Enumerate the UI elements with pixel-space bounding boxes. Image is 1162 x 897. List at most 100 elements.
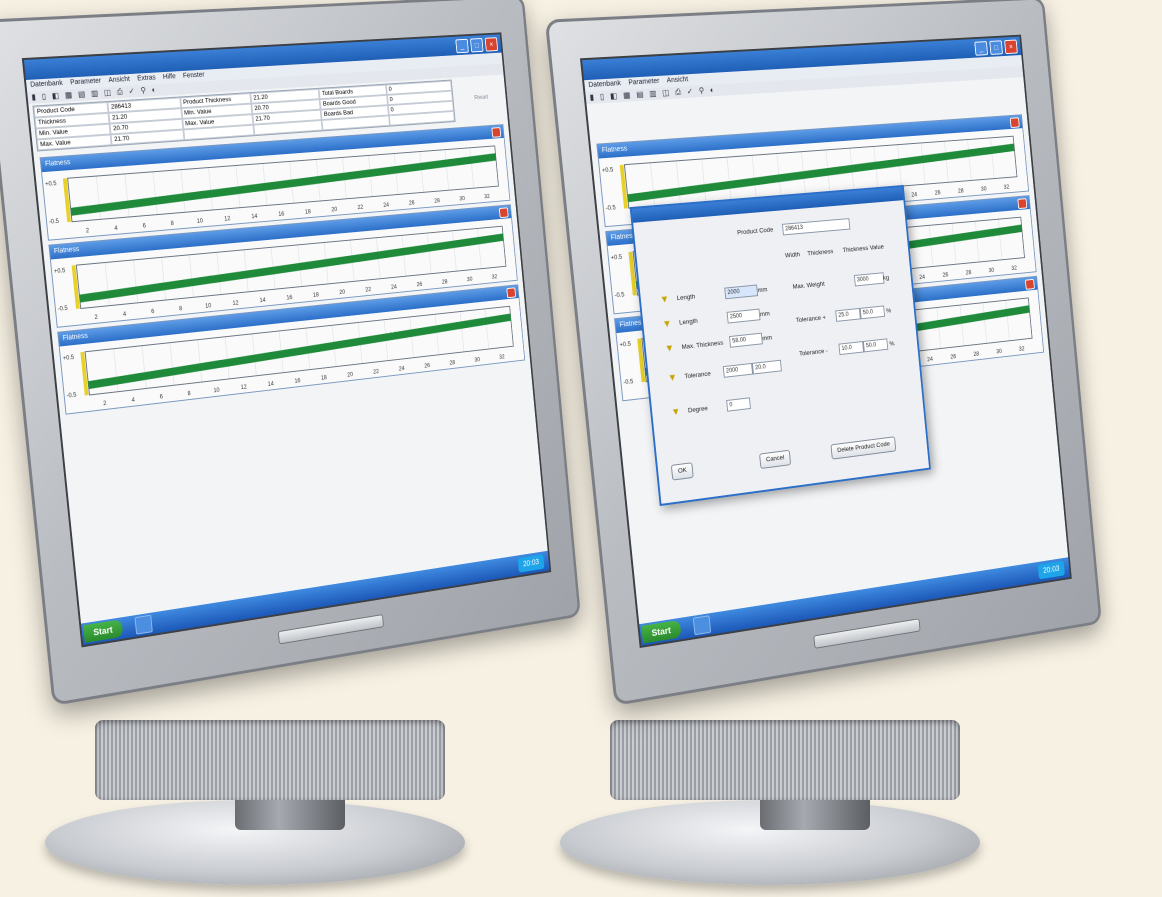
tolerance-plus-field-2[interactable]: 50.0 [859, 305, 886, 320]
panel-close-button[interactable] [506, 287, 517, 299]
taskbar-item[interactable] [134, 614, 153, 635]
grid-line [189, 255, 193, 297]
maximize-button[interactable]: □ [989, 40, 1003, 55]
grid-line [983, 303, 987, 344]
start-button[interactable]: Start [83, 619, 123, 643]
grid-line [929, 225, 933, 266]
tolerance-field[interactable]: 2000 [722, 362, 754, 378]
grid-line [478, 228, 482, 268]
tab-width[interactable]: Width [785, 251, 801, 259]
tab-thickness[interactable]: Thickness [807, 248, 834, 257]
x-tick-label: 28 [434, 198, 441, 204]
grid-line [402, 235, 406, 276]
max-weight-field[interactable]: 3000 [853, 272, 885, 287]
close-button[interactable]: × [484, 37, 499, 52]
x-tick-label: 24 [391, 284, 398, 290]
tolerance-minus-field-2[interactable]: 50.0 [862, 338, 889, 353]
x-tick-label: 14 [251, 214, 258, 220]
close-button[interactable]: × [1004, 39, 1018, 55]
y-scale-label: +0.5 [63, 355, 75, 362]
grid-line [460, 312, 464, 352]
x-tick-label: 24 [383, 203, 390, 209]
minimize-button[interactable]: _ [974, 41, 989, 56]
grid-line [650, 163, 654, 206]
x-tick-label: 20 [347, 372, 354, 378]
taskbar-item[interactable] [692, 615, 711, 636]
unit-label: % [885, 307, 892, 315]
menu-item-window[interactable]: Fenster [183, 70, 206, 83]
menu-item-help[interactable]: Hilfe [162, 71, 176, 83]
grid-line [427, 233, 431, 274]
grid-line [394, 154, 398, 195]
x-tick-label: 32 [484, 194, 490, 200]
grid-line [937, 308, 941, 349]
x-tick-label: 30 [459, 196, 466, 202]
x-tick-label: 10 [197, 218, 204, 224]
monitor-logo [813, 618, 921, 649]
tolerance-field-2[interactable]: 20.0 [751, 359, 782, 375]
left-screen: _ □ × Datenbank Parameter Ansicht Extras… [21, 32, 552, 648]
x-tick-label: 4 [114, 226, 118, 232]
clock: 20:03 [517, 554, 545, 573]
panel-close-button[interactable] [498, 207, 509, 219]
x-tick-label: 2 [103, 401, 107, 407]
x-tick-label: 2 [94, 315, 98, 321]
x-tick-label: 6 [159, 394, 163, 400]
length-field[interactable]: 2000 [724, 284, 759, 300]
x-tick-label: 26 [409, 200, 416, 206]
x-tick-label: 12 [241, 385, 247, 391]
maximize-button[interactable]: □ [470, 37, 484, 53]
right-monitor: _ □ × Datenbank Parameter Ansicht ▮ ▯ ◧ … [544, 0, 1102, 706]
panel-close-button[interactable] [491, 127, 502, 138]
left-speaker [95, 720, 445, 800]
x-tick-label: 30 [467, 277, 474, 283]
tolerance-minus-label: Tolerance - [798, 347, 829, 358]
unit-label: % [889, 340, 895, 348]
tab-thickness-value[interactable]: Thickness Value [842, 244, 884, 254]
reset-button[interactable]: Reset [456, 93, 505, 103]
degree-field[interactable]: 0 [726, 397, 751, 412]
panel-title: Flatness [53, 246, 80, 256]
grid-line [752, 155, 756, 198]
y-scale-label: +0.5 [602, 167, 615, 174]
grid-line [105, 263, 109, 306]
grid-line [1006, 300, 1010, 340]
x-tick-label: 2 [86, 228, 90, 234]
panel-close-button[interactable] [1024, 278, 1035, 290]
unit-label: mm [759, 310, 771, 319]
max-thickness-field[interactable]: 58.00 [729, 332, 763, 348]
tolerance-plus-field[interactable]: 25.0 [835, 307, 861, 322]
tolerance-icon: ▼ [667, 372, 678, 385]
ok-button[interactable]: OK [670, 462, 695, 481]
grid-line [198, 340, 202, 382]
clock: 20:03 [1037, 560, 1065, 580]
x-tick-label: 28 [973, 352, 980, 358]
grid-line [133, 260, 137, 303]
minimize-button[interactable]: _ [455, 38, 469, 54]
side-button[interactable] [455, 80, 504, 83]
x-tick-label: 28 [958, 188, 965, 194]
tolerance-label: Tolerance [684, 370, 712, 381]
x-tick-label: 30 [981, 187, 988, 193]
cancel-button[interactable]: Cancel [759, 449, 792, 470]
grid-line [968, 140, 972, 181]
y-scale-label: -0.5 [58, 306, 69, 313]
x-tick-label: 32 [492, 274, 498, 280]
x-tick-label: 24 [399, 366, 406, 372]
grid-line [162, 257, 166, 300]
x-tick-label: 26 [942, 272, 949, 278]
y-scale-label: -0.5 [49, 219, 60, 226]
x-tick-label: 26 [424, 363, 431, 369]
grid-line [445, 150, 449, 191]
x-tick-label: 22 [365, 287, 371, 293]
start-button[interactable]: Start [641, 619, 682, 644]
delete-product-code-button[interactable]: Delete Product Code [830, 436, 897, 460]
grid-line [944, 141, 948, 182]
tolerance-minus-field[interactable]: 10.0 [838, 341, 865, 356]
grid-line [410, 317, 414, 358]
panel-close-button[interactable] [1017, 198, 1028, 210]
grid-line [960, 305, 964, 346]
panel-close-button[interactable] [1009, 117, 1020, 129]
product-code-select[interactable]: 286413 [781, 218, 851, 236]
length-field[interactable]: 2500 [726, 308, 761, 324]
